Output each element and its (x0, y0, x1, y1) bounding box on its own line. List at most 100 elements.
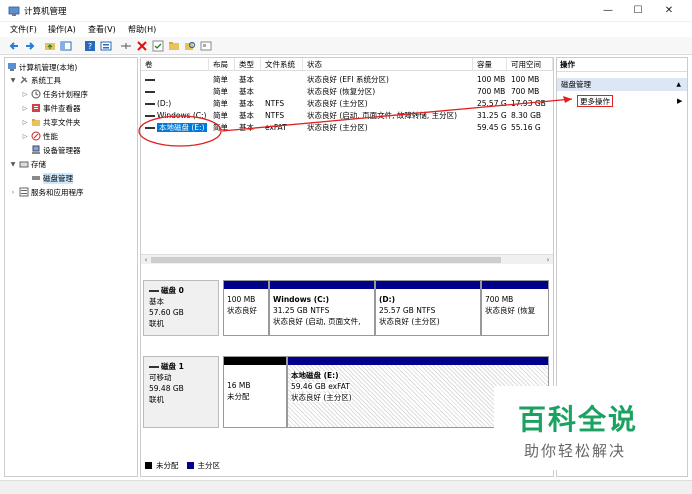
column-header-free-space[interactable]: 可用空间 (507, 58, 553, 71)
chevron-right-icon[interactable]: ▷ (21, 133, 29, 140)
primary-partition-bar (482, 281, 548, 289)
tree-item-shared-folders[interactable]: ▷ 共享文件夹 (21, 116, 81, 128)
partition-efi[interactable]: 100 MB 状态良好 (223, 280, 269, 336)
scroll-thumb[interactable] (151, 257, 501, 263)
horizontal-scrollbar[interactable]: ‹ › (141, 254, 553, 264)
up-folder-icon[interactable] (44, 40, 56, 52)
chevron-right-icon[interactable]: ▷ (21, 91, 29, 98)
properties-icon[interactable] (100, 40, 112, 52)
legend-primary: 主分区 (197, 461, 221, 470)
tree-item-disk-management[interactable]: 磁盘管理 (31, 172, 73, 184)
chevron-right-icon[interactable]: ▷ (21, 119, 29, 126)
volume-icon (145, 79, 155, 81)
search-icon[interactable] (184, 40, 196, 52)
primary-partition-bar (288, 357, 548, 365)
collapse-icon[interactable]: ▲ (676, 78, 681, 91)
tree-item-event-viewer[interactable]: ▷ 事件查看器 (21, 102, 81, 114)
chevron-down-icon[interactable]: ▼ (9, 77, 17, 84)
disk-map: 磁盘 0 基本 57.60 GB 联机 100 MB 状态良好 Windows (… (141, 270, 553, 476)
table-row[interactable]: (D:) 简单 基本 NTFS 状态良好 (主分区) 25.57 GB 17.9… (141, 98, 553, 110)
disk-size: 57.60 GB (149, 308, 184, 317)
partition-unallocated[interactable]: 16 MB 未分配 (223, 356, 287, 428)
menu-file[interactable]: 文件(F) (10, 24, 37, 35)
show-hide-tree-icon[interactable] (60, 40, 72, 52)
tools-icon (20, 76, 28, 84)
title-bar: 计算机管理 — ☐ ✕ (0, 0, 692, 22)
layout-cell: 简单 (213, 123, 228, 132)
chevron-right-icon[interactable]: ▷ (21, 105, 29, 112)
scroll-right-icon[interactable]: › (543, 255, 553, 265)
toolbar: ? (0, 37, 692, 55)
volume-cell: 本地磁盘 (E:) (141, 122, 209, 134)
partition-recovery[interactable]: 700 MB 状态良好 (恢复 (481, 280, 549, 336)
submenu-arrow-icon[interactable]: ▶ (677, 97, 682, 105)
partition-size: 16 MB (227, 381, 251, 390)
legend: 未分配 主分区 (145, 460, 220, 471)
partition-size: 59.46 GB exFAT (291, 382, 350, 391)
partition-size: 25.57 GB NTFS (379, 306, 436, 315)
primary-partition-bar (224, 281, 268, 289)
chevron-right-icon[interactable]: › (9, 189, 17, 196)
tree-item-label: 服务和应用程序 (31, 187, 84, 197)
partition-d[interactable]: (D:) 25.57 GB NTFS 状态良好 (主分区) (375, 280, 481, 336)
view-icon[interactable] (200, 40, 212, 52)
maximize-button[interactable]: ☐ (624, 2, 652, 20)
partition-status: 状态良好 (主分区) (379, 317, 440, 326)
volume-cell (141, 74, 209, 86)
tree-item-label: 任务计划程序 (43, 89, 88, 99)
unallocated-bar (224, 357, 286, 365)
back-icon[interactable] (8, 40, 20, 52)
free-space-cell: 55.16 G (511, 123, 541, 132)
menu-help[interactable]: 帮助(H) (128, 24, 156, 35)
tree-item-task-scheduler[interactable]: ▷ 任务计划程序 (21, 88, 88, 100)
delete-icon[interactable] (136, 40, 148, 52)
column-header-status[interactable]: 状态 (303, 58, 473, 71)
menu-action[interactable]: 操作(A) (48, 24, 76, 35)
disk-kind: 可移动 (149, 373, 172, 382)
more-actions-item[interactable]: 更多操作 (577, 95, 613, 107)
actions-section-disk-management[interactable]: 磁盘管理 ▲ (557, 78, 687, 91)
column-header-capacity[interactable]: 容量 (473, 58, 507, 71)
tree-item-performance[interactable]: ▷ 性能 (21, 130, 58, 142)
partition-status: 状态良好 (227, 306, 257, 315)
disk-1-label[interactable]: 磁盘 1 可移动 59.48 GB 联机 (143, 356, 219, 428)
connect-icon[interactable] (120, 40, 132, 52)
tree-item-storage[interactable]: ▼ 存储 (9, 158, 46, 170)
table-row[interactable]: 简单 基本 状态良好 (EFI 系统分区) 100 MB 100 MB (141, 74, 553, 86)
table-row[interactable]: Windows (C:) 简单 基本 NTFS 状态良好 (启动, 页面文件, … (141, 110, 553, 122)
disk-0-label[interactable]: 磁盘 0 基本 57.60 GB 联机 (143, 280, 219, 336)
partition-windows-c[interactable]: Windows (C:) 31.25 GB NTFS 状态良好 (启动, 页面文件, (269, 280, 375, 336)
scroll-left-icon[interactable]: ‹ (141, 255, 151, 265)
close-button[interactable]: ✕ (655, 2, 683, 20)
minimize-button[interactable]: — (594, 2, 622, 20)
chevron-down-icon[interactable]: ▼ (9, 161, 17, 168)
computer-management-icon (8, 6, 20, 16)
partition-status: 未分配 (227, 392, 250, 401)
tree-item-root[interactable]: 计算机管理(本地) (7, 61, 77, 73)
menu-view[interactable]: 查看(V) (88, 24, 116, 35)
type-cell: 基本 (239, 123, 254, 132)
volume-name: (D:) (157, 99, 172, 108)
column-header-layout[interactable]: 布局 (209, 58, 235, 71)
tree-item-system-tools[interactable]: ▼ 系统工具 (9, 74, 61, 86)
computer-management-icon (8, 63, 16, 71)
check-icon[interactable] (152, 40, 164, 52)
table-row[interactable]: 简单 基本 状态良好 (恢复分区) 700 MB 700 MB (141, 86, 553, 98)
services-icon (19, 187, 29, 197)
tree-item-services[interactable]: › 服务和应用程序 (9, 186, 84, 198)
table-row-selected[interactable]: 本地磁盘 (E:) 简单 基本 exFAT 状态良好 (主分区) 59.45 G… (141, 122, 553, 134)
tree-item-device-manager[interactable]: 设备管理器 (31, 144, 81, 156)
folder-icon[interactable] (168, 40, 180, 52)
layout-cell: 简单 (213, 87, 228, 96)
performance-icon (31, 131, 41, 141)
watermark-title: 百科全说 (518, 403, 639, 436)
column-header-type[interactable]: 类型 (235, 58, 261, 71)
partition-status: 状态良好 (主分区) (291, 393, 352, 402)
forward-icon[interactable] (24, 40, 36, 52)
tree-item-label: 共享文件夹 (43, 117, 81, 127)
free-space-cell: 17.93 GB (511, 99, 546, 108)
column-header-volume[interactable]: 卷 (141, 58, 209, 71)
help-icon[interactable]: ? (84, 40, 96, 52)
volume-icon (145, 103, 155, 105)
column-header-filesystem[interactable]: 文件系统 (261, 58, 303, 71)
